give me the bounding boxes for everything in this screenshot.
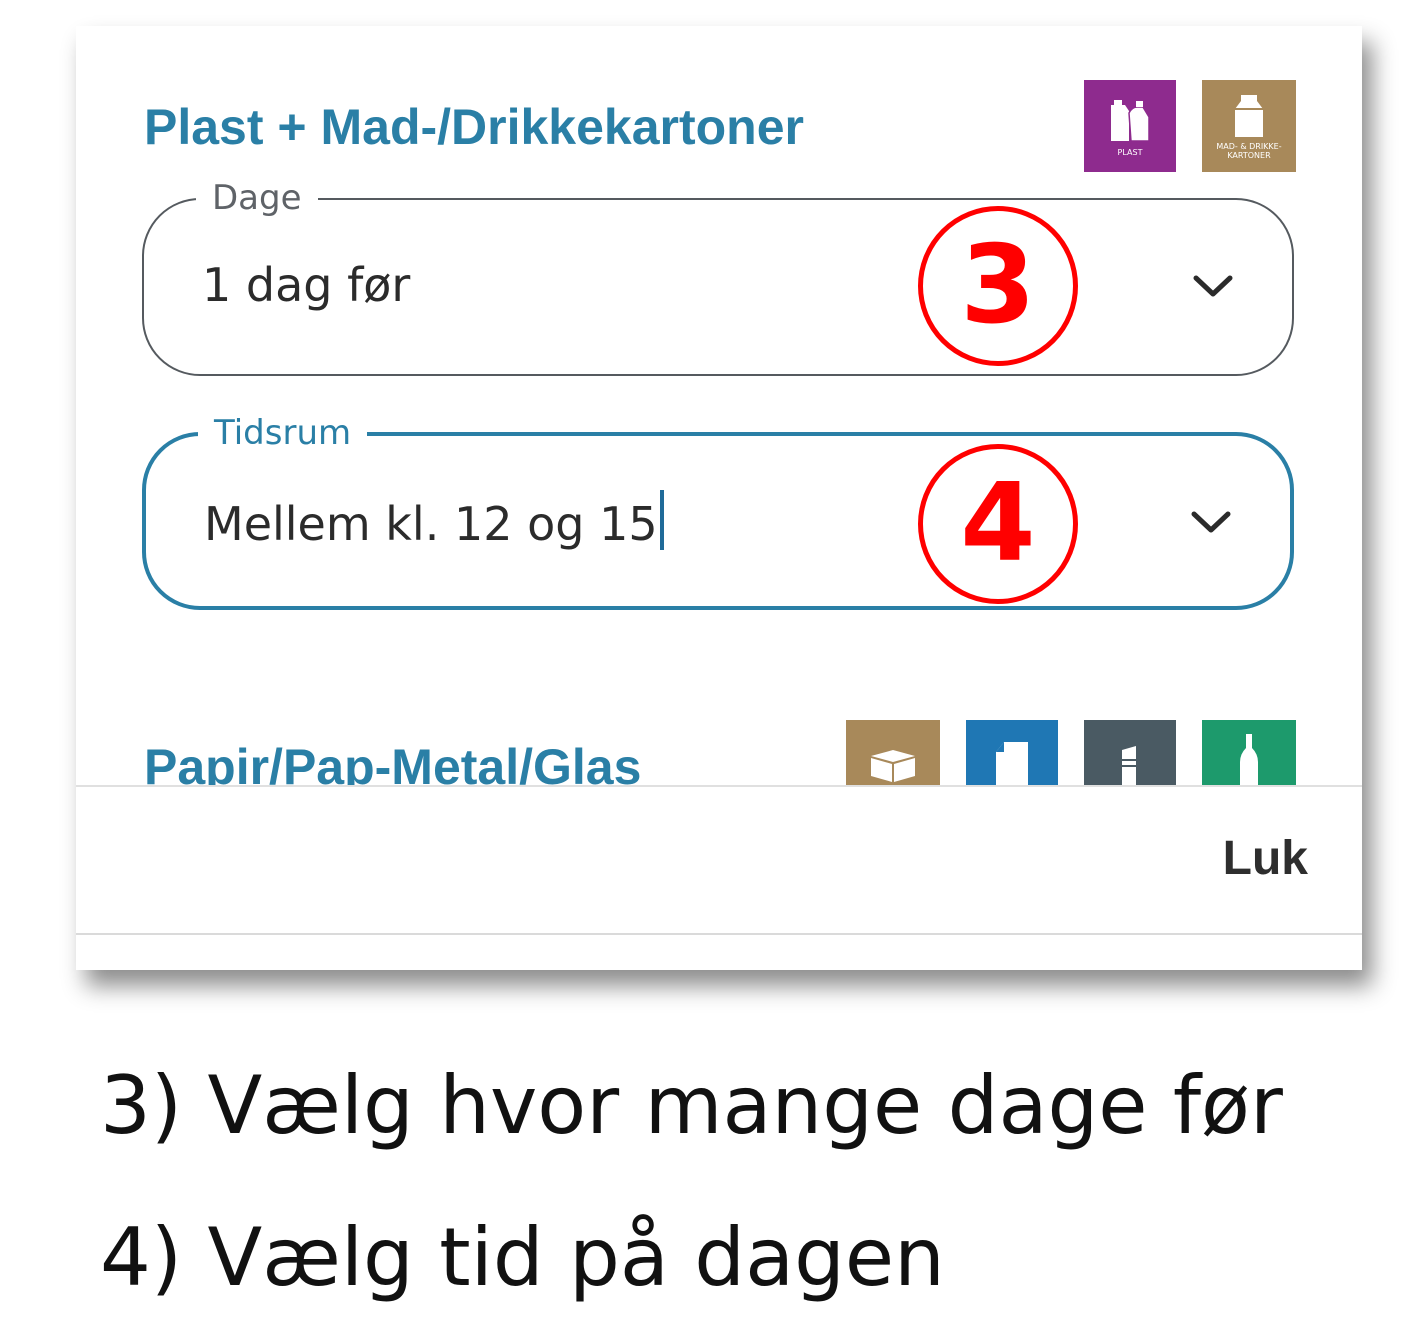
plastic-bottles-icon: PLAST xyxy=(1084,80,1176,172)
glass-bottle-glyph xyxy=(1240,734,1258,790)
badge-label-kartoner-2: KARTONER xyxy=(1227,150,1271,160)
badge-label-kartoner-1: MAD- & DRIKKE- xyxy=(1216,141,1282,151)
instruction-step-4: 4) Vælg tid på dagen xyxy=(100,1211,945,1304)
tidsrum-value: Mellem kl. 12 og 15 xyxy=(204,497,658,551)
plastic-bottles-glyph xyxy=(1111,100,1150,142)
step-4-marker: 4 xyxy=(918,444,1078,604)
dage-value: 1 dag før xyxy=(202,258,411,312)
chevron-down-icon[interactable] xyxy=(1186,504,1236,540)
glass-bottle-icon xyxy=(1202,720,1296,790)
metal-can-glyph xyxy=(1122,746,1136,786)
reminder-settings-dialog: Plast + Mad-/Drikkekartoner PLAST MAD- &… xyxy=(76,26,1362,970)
tidsrum-value-wrap: Mellem kl. 12 og 15 xyxy=(204,490,664,555)
metal-can-icon xyxy=(1084,720,1176,790)
cardboard-box-glyph xyxy=(871,750,915,782)
tidsrum-label: Tidsrum xyxy=(198,411,368,455)
chevron-down-icon[interactable] xyxy=(1188,268,1238,304)
dialog-footer: Luk xyxy=(76,785,1362,935)
milk-carton-icon: MAD- & DRIKKE- KARTONER xyxy=(1202,80,1296,172)
step-3-number: 3 xyxy=(960,223,1036,348)
paper-sheets-glyph xyxy=(996,742,1028,786)
badge-label-plast: PLAST xyxy=(1117,148,1143,157)
dage-select[interactable]: Dage 1 dag før xyxy=(142,176,1294,376)
step-3-marker: 3 xyxy=(918,206,1078,366)
dage-label: Dage xyxy=(196,176,318,220)
milk-carton-glyph xyxy=(1235,94,1263,137)
instruction-step-3: 3) Vælg hvor mange dage før xyxy=(100,1059,1283,1152)
text-cursor xyxy=(659,490,664,550)
cardboard-box-icon xyxy=(846,720,940,790)
step-4-number: 4 xyxy=(960,461,1036,586)
paper-sheets-icon xyxy=(966,720,1058,790)
tidsrum-select[interactable]: Tidsrum Mellem kl. 12 og 15 xyxy=(142,411,1294,610)
close-button[interactable]: Luk xyxy=(1223,835,1308,883)
section-title-plast: Plast + Mad-/Drikkekartoner xyxy=(144,99,804,155)
